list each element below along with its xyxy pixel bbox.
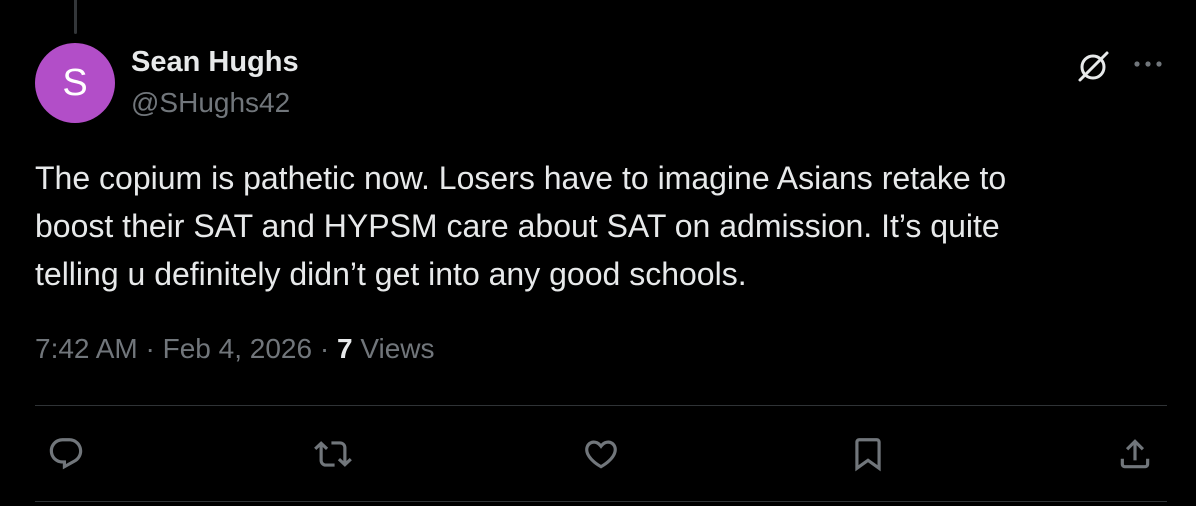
views-count: 7: [336, 333, 353, 364]
reply-button[interactable]: [44, 432, 88, 476]
retweet-icon: [314, 441, 352, 467]
grok-icon[interactable]: [1075, 48, 1111, 84]
divider: [35, 501, 1167, 502]
share-icon: [1120, 439, 1150, 469]
bookmark-icon: [855, 438, 881, 472]
meta-separator: ·: [145, 333, 155, 364]
views-label: Views: [360, 333, 435, 364]
tweet-metadata: 7:42 AM · Feb 4, 2026 · 7 Views: [35, 333, 435, 365]
divider: [35, 405, 1167, 406]
tweet-text-line: The copium is pathetic now. Losers have …: [35, 160, 1007, 196]
like-button[interactable]: [579, 432, 623, 476]
like-icon: [585, 440, 617, 469]
more-icon[interactable]: [1130, 50, 1166, 78]
tweet-text-line: boost their SAT and HYPSM care about SAT…: [35, 208, 1000, 244]
tweet-text: The copium is pathetic now. Losers have …: [35, 154, 1155, 298]
author-handle[interactable]: @SHughs42: [131, 87, 290, 119]
avatar-letter: S: [62, 61, 88, 104]
thread-connector-line: [74, 0, 77, 34]
tweet-text-line: telling u definitely didn’t get into any…: [35, 256, 747, 292]
share-button[interactable]: [1113, 432, 1157, 476]
author-name[interactable]: Sean Hughs: [131, 46, 299, 79]
tweet-time[interactable]: 7:42 AM: [35, 333, 138, 364]
avatar[interactable]: S: [35, 43, 115, 123]
reply-icon: [49, 438, 83, 470]
meta-separator: ·: [319, 333, 330, 364]
bookmark-button[interactable]: [846, 432, 890, 476]
retweet-button[interactable]: [311, 432, 355, 476]
tweet-date[interactable]: Feb 4, 2026: [163, 333, 312, 364]
